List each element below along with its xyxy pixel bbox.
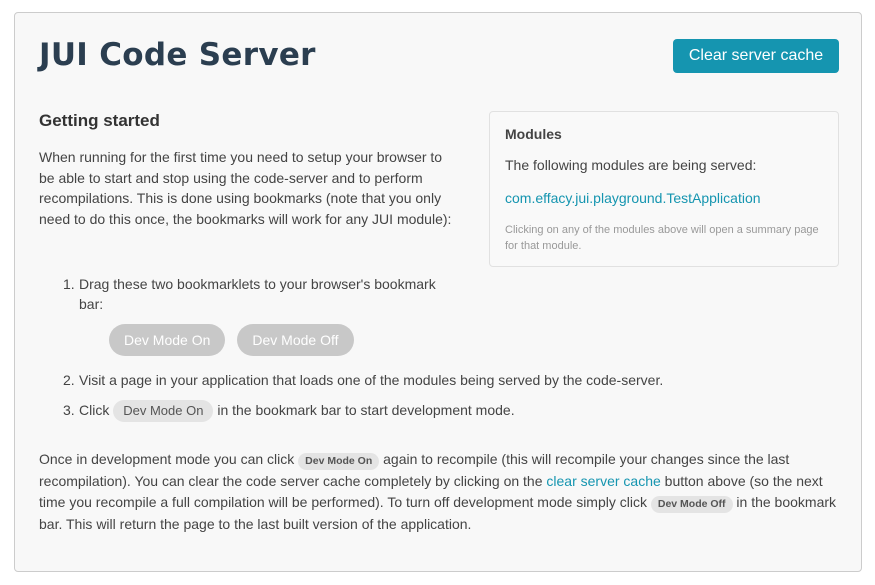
- dev-mode-off-pill-small: Dev Mode Off: [650, 496, 733, 513]
- module-link[interactable]: com.effacy.jui.playground.TestApplicatio…: [505, 190, 823, 206]
- steps-list: 1. Drag these two bookmarklets to your b…: [39, 274, 839, 422]
- dev-mode-on-bookmarklet[interactable]: Dev Mode On: [109, 324, 226, 356]
- dev-mode-on-pill: Dev Mode On: [113, 400, 214, 422]
- step-2-text: Visit a page in your application that lo…: [79, 372, 664, 388]
- clear-server-cache-button[interactable]: Clear server cache: [673, 39, 839, 73]
- dev-mode-on-pill-small: Dev Mode On: [298, 453, 380, 470]
- bookmarklets-row: Dev Mode On Dev Mode Off: [39, 324, 839, 356]
- dev-mode-off-bookmarklet[interactable]: Dev Mode Off: [237, 324, 354, 356]
- outro-text: Once in development mode you can click D…: [39, 451, 837, 532]
- clear-server-cache-link[interactable]: clear server cache: [546, 473, 660, 489]
- step-1-text: Drag these two bookmarklets to your brow…: [79, 276, 436, 312]
- step-2: 2. Visit a page in your application that…: [63, 372, 664, 388]
- intro-text: When running for the first time you need…: [39, 149, 452, 227]
- getting-started-title: Getting started: [39, 111, 160, 130]
- step-1: 1. Drag these two bookmarklets to your b…: [63, 276, 436, 312]
- page-title: JUI Code Server: [39, 37, 316, 73]
- modules-note: Clicking on any of the modules above wil…: [505, 224, 819, 252]
- modules-description: The following modules are being served:: [505, 157, 757, 173]
- modules-title: Modules: [505, 126, 562, 142]
- main-panel: JUI Code Server Clear server cache Getti…: [14, 12, 862, 572]
- step-3: 3. Click Dev Mode On in the bookmark bar…: [39, 400, 839, 422]
- modules-panel: Modules The following modules are being …: [489, 111, 839, 267]
